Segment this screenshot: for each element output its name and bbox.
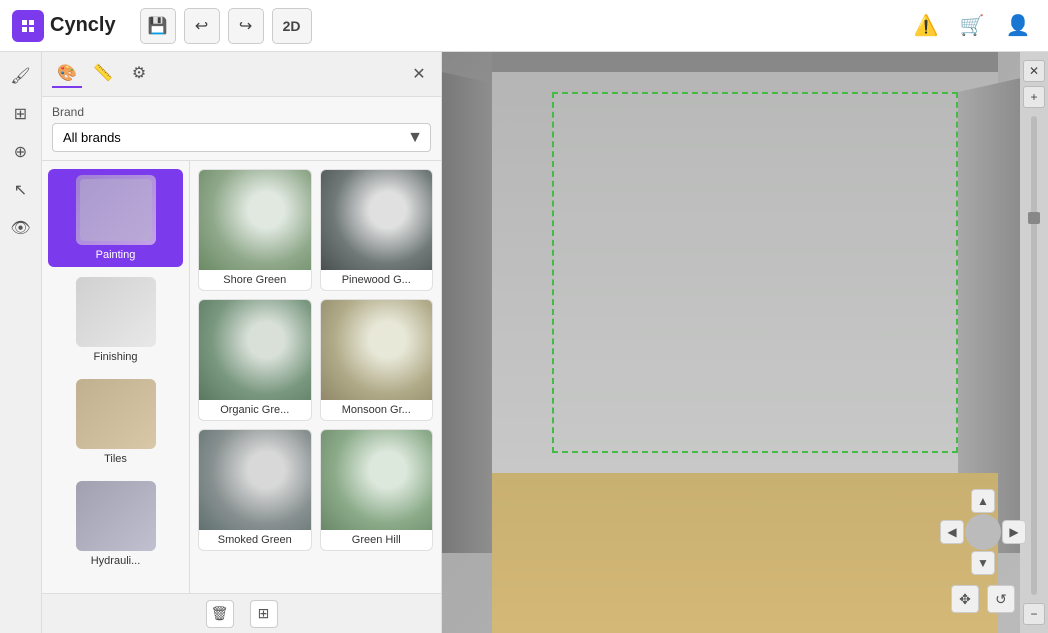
items-grid: Shore Green Pinewood G... Organic Gre...… (190, 161, 441, 633)
measure-tab[interactable]: 📏 (88, 60, 118, 88)
panel-header: 🎨 📏 ⚙ ✕ (42, 52, 441, 97)
brush-tool-button[interactable]: 🖌 (5, 60, 37, 92)
panel-bottom: 🗑 ⊞ (42, 593, 441, 633)
item-smoked[interactable]: Smoked Green (198, 429, 312, 551)
reset-view-button[interactable]: ↺ (987, 585, 1015, 613)
category-hydrauli-label: Hydrauli... (91, 555, 141, 567)
zoom-in-button[interactable]: + (1023, 86, 1045, 108)
close-view-button[interactable]: ✕ (1023, 60, 1045, 82)
green-hill-label: Green Hill (321, 530, 433, 550)
category-painting-label: Painting (96, 249, 136, 261)
move-icon-button[interactable]: ✥ (951, 585, 979, 613)
brand-select-wrapper: All brands ▼ (52, 123, 431, 152)
app-logo: Cyncly (12, 10, 116, 42)
panel-tabs: 🎨 📏 ⚙ (52, 60, 154, 88)
materials-tab[interactable]: 🎨 (52, 60, 82, 88)
smoked-label: Smoked Green (199, 530, 311, 550)
undo-button[interactable]: ↩ (184, 8, 220, 44)
shore-green-thumb (199, 170, 311, 270)
delete-item-button[interactable]: 🗑 (206, 600, 234, 628)
alert-button[interactable]: ⚠️ (908, 8, 944, 44)
logo-icon (12, 10, 44, 42)
category-hydrauli[interactable]: Hydrauli... (48, 475, 183, 573)
hydrauli-thumb (76, 481, 156, 551)
panel-close-button[interactable]: ✕ (407, 62, 431, 86)
logo-svg (18, 16, 38, 36)
item-green-hill[interactable]: Green Hill (320, 429, 434, 551)
app-title: Cyncly (50, 14, 116, 37)
nav-controls: ▲ ▼ ◀ ▶ ✥ ↺ (938, 487, 1028, 613)
nav-bottom-controls: ✥ ↺ (951, 585, 1015, 613)
item-monsoon[interactable]: Monsoon Gr... (320, 299, 434, 421)
save-button[interactable]: 💾 (140, 8, 176, 44)
brand-section: Brand All brands ▼ (42, 97, 441, 161)
layers-button[interactable]: ⊞ (5, 98, 37, 130)
green-hill-thumb (321, 430, 433, 530)
mode-2d-button[interactable]: 2D (272, 8, 312, 44)
nav-center (965, 514, 1001, 550)
viewport[interactable]: Feedback ✕ + − ▲ ▼ ◀ ▶ ✥ ↺ (442, 52, 1048, 633)
pinewood-thumb (321, 170, 433, 270)
tiles-thumb (76, 379, 156, 449)
nav-circle: ▲ ▼ ◀ ▶ (938, 487, 1028, 577)
selection-rect (552, 92, 958, 453)
zoom-bar (1031, 116, 1037, 595)
category-finishing[interactable]: Finishing (48, 271, 183, 369)
select-tool-button[interactable]: ↖ (5, 174, 37, 206)
organic-label: Organic Gre... (199, 400, 311, 420)
left-sidebar: 🖌 ⊞ ⊕ ↖ 👁 (0, 52, 42, 633)
main-area: 🖌 ⊞ ⊕ ↖ 👁 🎨 📏 ⚙ ✕ Brand All brands ▼ (0, 52, 1048, 633)
cart-button[interactable]: 🛒 (954, 8, 990, 44)
painting-thumb (76, 175, 156, 245)
brand-label: Brand (52, 105, 431, 119)
category-painting[interactable]: Painting (48, 169, 183, 267)
redo-button[interactable]: ↪ (228, 8, 264, 44)
item-organic[interactable]: Organic Gre... (198, 299, 312, 421)
pinewood-label: Pinewood G... (321, 270, 433, 290)
monsoon-label: Monsoon Gr... (321, 400, 433, 420)
floor (492, 473, 998, 633)
settings-tab[interactable]: ⚙ (124, 60, 154, 88)
organic-thumb (199, 300, 311, 400)
categories-list: Painting Finishing Tiles Hydrauli... (42, 161, 190, 633)
panel-content: Painting Finishing Tiles Hydrauli... (42, 161, 441, 633)
item-shore-green[interactable]: Shore Green (198, 169, 312, 291)
monsoon-thumb (321, 300, 433, 400)
nav-right-button[interactable]: ▶ (1002, 520, 1026, 544)
item-pinewood[interactable]: Pinewood G... (320, 169, 434, 291)
zoom-thumb (1028, 212, 1040, 224)
user-button[interactable]: 👤 (1000, 8, 1036, 44)
smoked-thumb (199, 430, 311, 530)
category-finishing-label: Finishing (93, 351, 137, 363)
toolbar-right: ⚠️ 🛒 👤 (908, 8, 1036, 44)
category-tiles-label: Tiles (104, 453, 127, 465)
grid-view-button[interactable]: ⊞ (250, 600, 278, 628)
add-layer-button[interactable]: ⊕ (5, 136, 37, 168)
eye-tool-button[interactable]: 👁 (5, 212, 37, 244)
material-panel: 🎨 📏 ⚙ ✕ Brand All brands ▼ Painting (42, 52, 442, 633)
nav-left-button[interactable]: ◀ (940, 520, 964, 544)
brand-select[interactable]: All brands (52, 123, 431, 152)
category-tiles[interactable]: Tiles (48, 373, 183, 471)
shore-green-label: Shore Green (199, 270, 311, 290)
finishing-thumb (76, 277, 156, 347)
nav-down-button[interactable]: ▼ (971, 551, 995, 575)
main-toolbar: Cyncly 💾 ↩ ↪ 2D ⚠️ 🛒 👤 (0, 0, 1048, 52)
nav-up-button[interactable]: ▲ (971, 489, 995, 513)
